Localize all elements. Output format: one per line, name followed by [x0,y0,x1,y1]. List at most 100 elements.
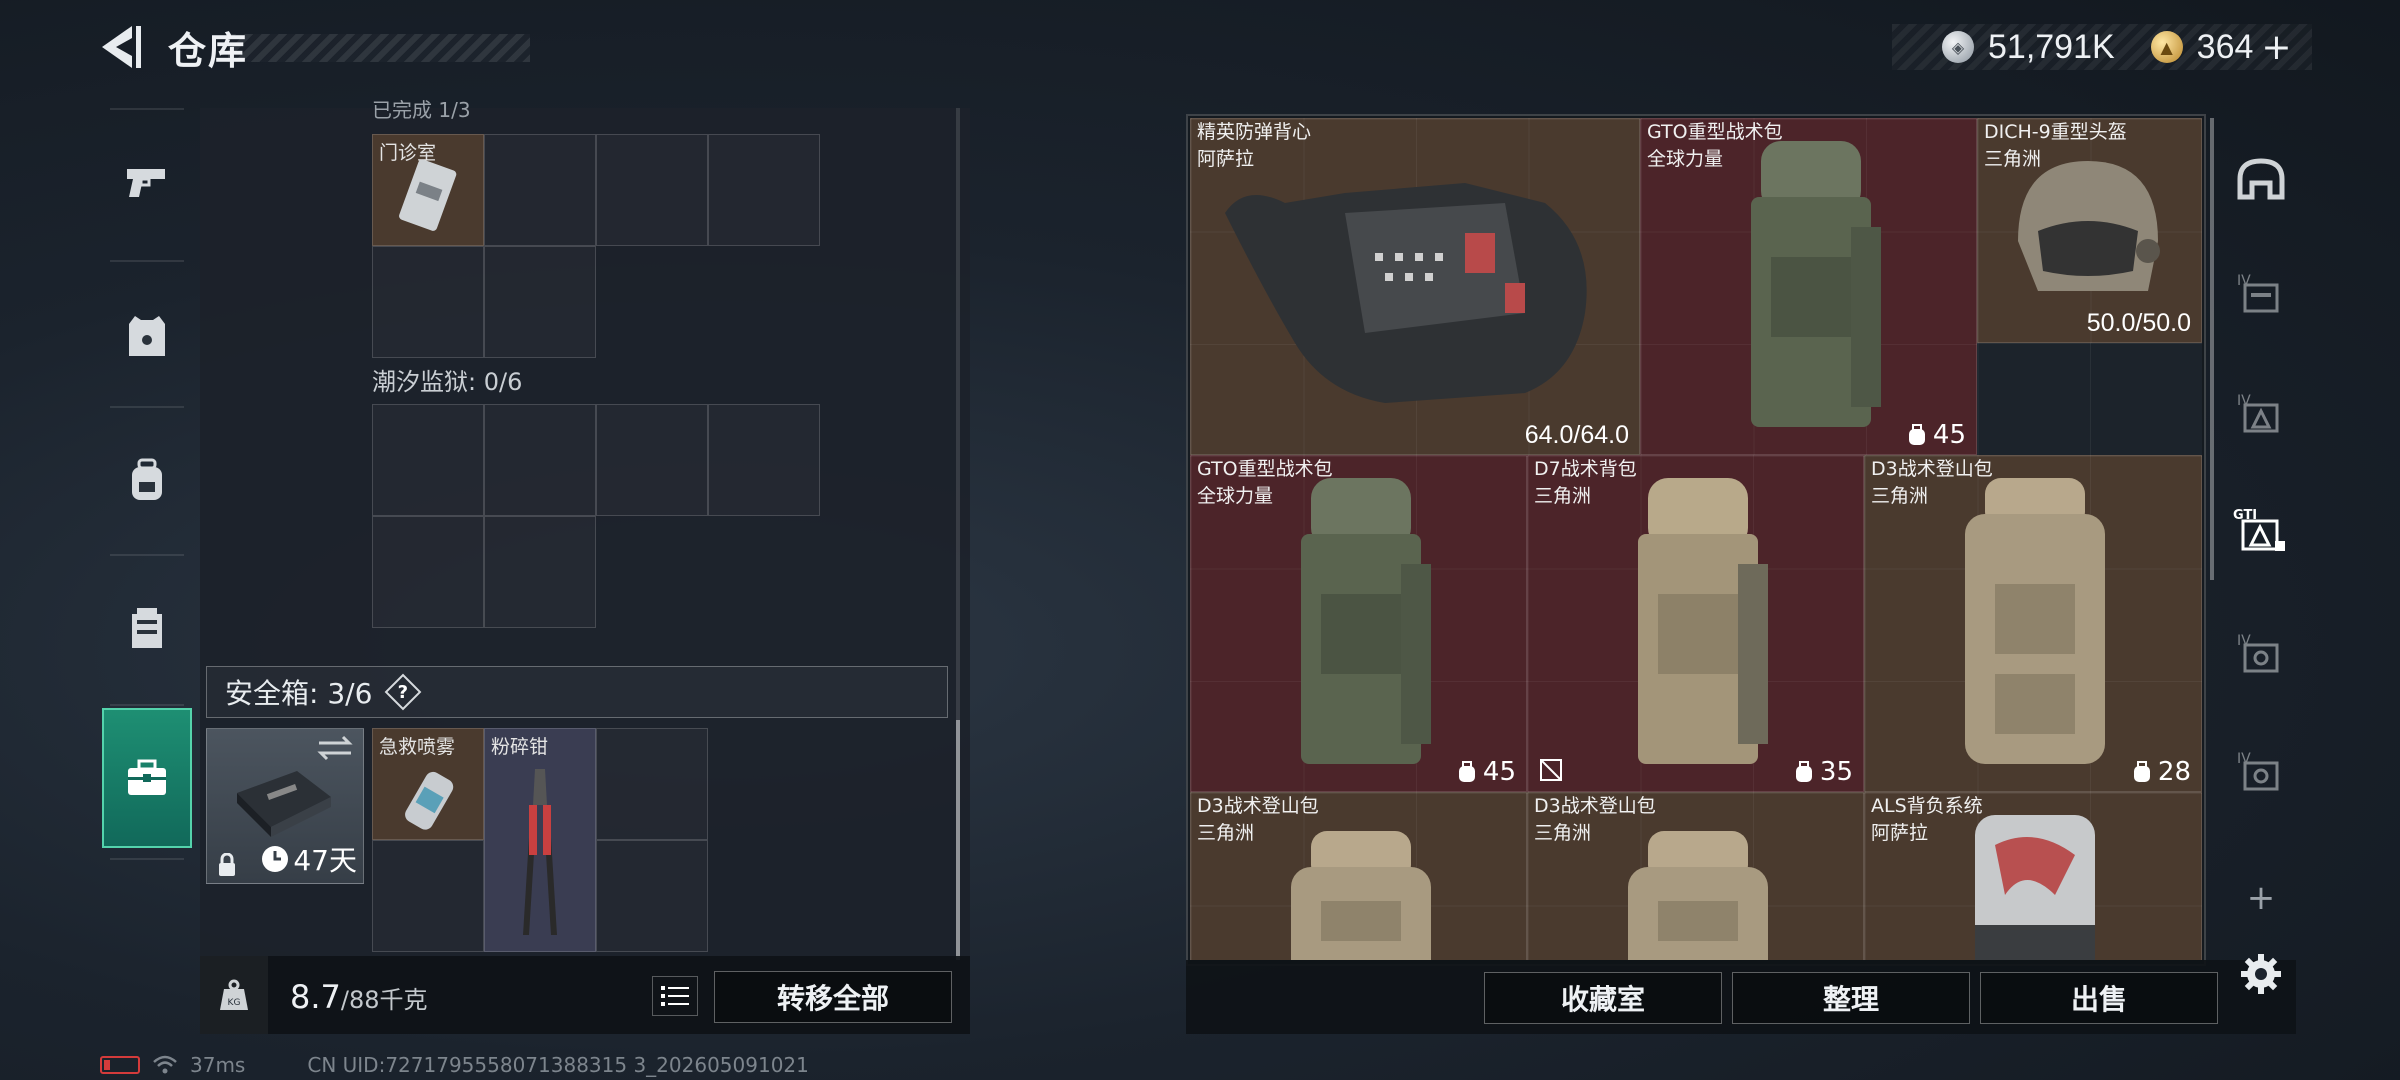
storage-tab-1[interactable]: IV [2226,244,2296,344]
weight-max: /88千克 [340,986,428,1014]
safe-item-slot[interactable]: 粉碎钳 [484,728,596,952]
nav-chest-rig[interactable] [102,558,192,698]
item-name: 精英防弹背心 [1197,121,1312,143]
empty-slot[interactable] [372,840,484,952]
uid-text: CN UID:7271795558071388315 3_20260509102… [307,1053,809,1077]
storage-tab-5[interactable]: IV [2226,722,2296,822]
collection-room-button[interactable]: 收藏室 [1484,972,1722,1024]
empty-slot[interactable] [596,840,708,952]
scrollbar-thumb[interactable] [956,720,960,960]
empty-slot[interactable] [372,516,484,628]
capacity-value: 45 [1482,757,1516,787]
safe-box-header: 安全箱: 3/6 ? [206,666,948,718]
empty-slot[interactable] [596,134,708,246]
empty-slot[interactable] [596,404,708,516]
item-card[interactable]: D3战术登山包 三角洲 [1190,792,1527,960]
svg-text:KG: KG [228,998,241,1008]
nav-divider [110,554,184,556]
empty-slot[interactable] [484,404,596,516]
item-durability: 64.0/64.0 [1524,421,1629,449]
silver-coin-icon: ◈ [1942,31,1974,63]
item-brand: 全球力量 [1647,148,1724,170]
keycard-icon [399,159,457,231]
armor-vest-icon [129,316,165,356]
item-card[interactable]: ALS背负系统 阿萨拉 [1864,792,2202,960]
carrier-system-image [1975,815,2095,960]
currency-bar: ◈ 51,791K ▲ 364 + [1892,24,2312,70]
nav-divider [110,260,184,262]
nav-divider [110,858,184,860]
item-capacity: 45 [1907,420,1966,450]
backpack-small-icon [1458,761,1475,782]
gear-icon [2241,954,2281,994]
first-aid-spray-icon [405,771,454,830]
storage-filter-helmet[interactable] [2226,130,2296,230]
empty-slot[interactable] [372,246,484,358]
item-card[interactable]: GTO重型战术包 全球力量 45 [1640,118,1977,455]
empty-slot[interactable] [484,246,596,358]
storage-iv-icon-1: IV [2237,273,2279,313]
empty-slot[interactable] [708,134,820,246]
item-name: 急救喷雾 [379,736,456,758]
capacity-value: 45 [1932,420,1966,450]
empty-slot[interactable] [596,728,708,840]
item-durability: 50.0/50.0 [2086,309,2191,337]
item-grid-scrollbar[interactable] [2210,118,2214,580]
status-bar: 37ms CN UID:7271795558071388315 3_202605… [100,1052,809,1078]
item-brand: 三角洲 [1534,485,1592,507]
item-brand: 三角洲 [1534,822,1592,844]
backpack-icon [132,458,162,500]
bolt-cutter-icon [523,769,557,935]
item-capacity: 28 [2132,757,2191,787]
storage-iv-icon-2: IV [2237,393,2279,433]
item-card[interactable]: D3战术登山包 三角洲 [1527,792,1864,960]
nav-weapons[interactable] [102,113,192,253]
safe-box-timer: 47天 [261,839,357,879]
mountain-pack-image [1965,478,2105,764]
add-currency-button[interactable]: + [2261,27,2291,68]
nav-armor[interactable] [102,266,192,406]
nav-divider [110,406,184,408]
empty-slot[interactable] [372,404,484,516]
storage-tab-4[interactable]: IV [2226,604,2296,704]
weight-indicator: 8.7/88千克 [290,978,428,1016]
backpack-small-icon [2133,761,2150,782]
capacity-value: 35 [1819,757,1853,787]
nav-backpack[interactable] [102,410,192,550]
empty-slot[interactable] [708,404,820,516]
empty-slot[interactable] [484,134,596,246]
help-button[interactable]: ? [385,673,422,711]
swap-icon[interactable] [315,735,355,761]
sort-button[interactable]: 整理 [1732,972,1970,1024]
wifi-icon [153,1055,177,1074]
storage-tab-2[interactable]: IV [2226,364,2296,464]
item-card[interactable]: DICH-9重型头盔 三角洲 50.0/50.0 [1977,118,2202,343]
capacity-value: 28 [2157,757,2191,787]
safe-item-slot[interactable]: 急救喷雾 [372,728,484,840]
backpack-small-icon [1795,761,1812,782]
item-slot[interactable]: 门诊室 [372,134,484,246]
help-icon: ? [398,681,409,703]
tactical-pack-image [1638,478,1768,764]
item-card[interactable]: GTO重型战术包 全球力量 45 [1190,455,1527,792]
nav-safe-storage[interactable] [102,708,192,848]
section-label-completed: 已完成 1/3 [372,98,471,122]
safe-box-container[interactable]: 47天 [206,728,364,884]
transfer-all-button[interactable]: 转移全部 [714,971,952,1023]
settings-button[interactable] [2226,924,2296,1024]
back-arrow-icon [102,26,141,68]
empty-slot[interactable] [484,516,596,628]
list-view-button[interactable] [652,976,698,1016]
sell-button[interactable]: 出售 [1980,972,2218,1024]
backpack-small-icon [1908,424,1925,445]
item-card[interactable]: 精英防弹背心 阿萨拉 64.0/64.0 [1190,118,1640,455]
item-card[interactable]: D3战术登山包 三角洲 28 [1864,455,2202,792]
title-decoration [228,34,530,62]
item-card[interactable]: D7战术背包 三角洲 35 [1527,455,1864,792]
mountain-pack-image [1291,831,1431,960]
storage-tab-3-active[interactable]: GTI [2226,480,2296,580]
helmet-image [2018,161,2160,291]
mountain-pack-image [1628,831,1768,960]
back-button[interactable] [96,22,146,72]
safe-case-image [237,771,331,837]
